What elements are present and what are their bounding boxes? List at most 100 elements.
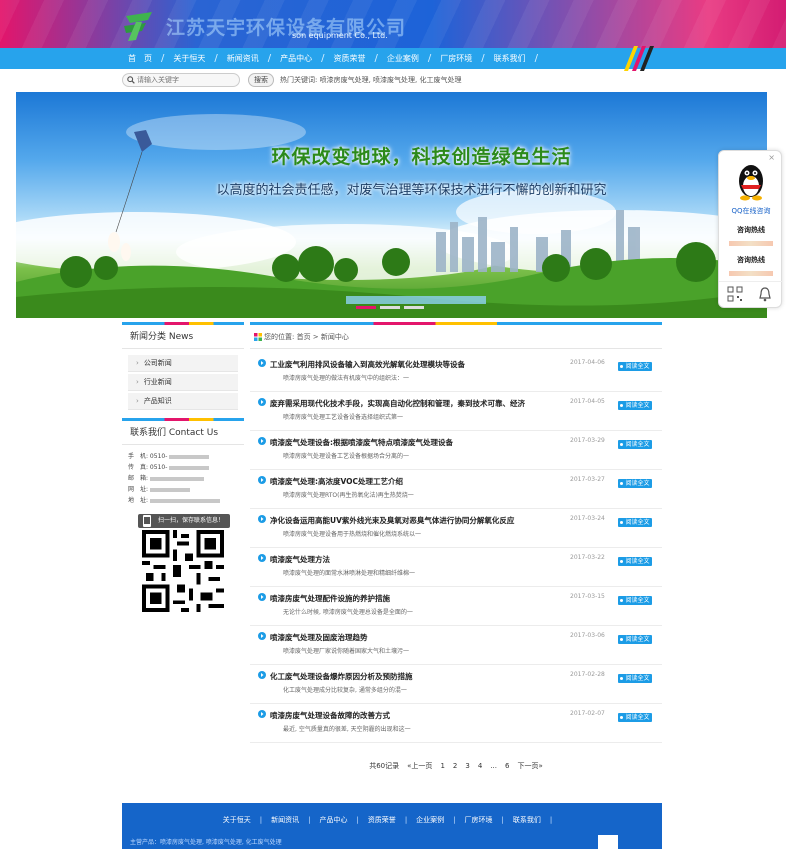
nav-item-6[interactable]: 厂房环境 / — [440, 53, 493, 64]
news-item[interactable]: 废弃需采用现代化技术手段，实现高自动化控制和管理，秦到技术可靠、经济喷漆房废气处… — [250, 392, 662, 431]
nav-item-7[interactable]: 联系我们 / — [494, 53, 547, 64]
news-title[interactable]: 喷漆房废气处理设备故障的改善方式 — [270, 710, 560, 721]
news-title[interactable]: 净化设备运用高能UV紫外线光束及臭氧对恶臭气体进行协同分解氧化反应 — [270, 515, 560, 526]
news-title[interactable]: 喷漆房废气处理配件设施的养护措施 — [270, 593, 560, 604]
news-title[interactable]: 喷漆废气处理及固废治理趋势 — [270, 632, 560, 643]
pager-prev[interactable]: «上一页 — [407, 762, 432, 770]
read-more-button[interactable]: 阅读全文 — [618, 479, 652, 488]
news-item[interactable]: 净化设备运用高能UV紫外线光束及臭氧对恶臭气体进行协同分解氧化反应 喷漆房废气处理… — [250, 509, 662, 548]
banner-subtitle: 以高度的社会责任感，对废气治理等环保技术进行不懈的创新和研究 — [216, 183, 607, 198]
news-title[interactable]: 工业废气利用排风设备输入到高效光解氧化处理模块等设备 — [270, 359, 560, 370]
nav-item-4[interactable]: 资质荣誉 / — [334, 53, 387, 64]
nav-separator: / — [534, 53, 538, 64]
search-row: 搜索 热门关键词: 喷漆房废气处理, 喷漆废气处理, 化工废气处理 — [122, 72, 662, 88]
nav-separator: / — [374, 53, 378, 64]
banner-title: 环保改变地球，科技创造绿色生活 — [271, 146, 572, 168]
nav-item-1[interactable]: 关于恒天 / — [173, 53, 226, 64]
nav-item-0[interactable]: 首 页 / — [128, 53, 173, 64]
news-title[interactable]: 喷漆废气处理方法 — [270, 554, 560, 565]
sidebar-item-1[interactable]: 行业新闻 — [128, 374, 238, 391]
news-title[interactable]: 化工废气处理设备爆炸原因分析及预防措施 — [270, 671, 560, 682]
contact-fax: 传 真: 0510- — [122, 462, 244, 473]
read-more-button[interactable]: 阅读全文 — [618, 362, 652, 371]
footer-link-5[interactable]: 厂房环境 | — [465, 815, 513, 825]
footer-link-2[interactable]: 产品中心 | — [319, 815, 367, 825]
contact-panel: 联系我们 Contact Us 手 机: 0510- 传 真: 0510- 邮 … — [122, 418, 244, 612]
arrow-circle-icon — [258, 398, 266, 406]
footer-link-4[interactable]: 企业案例 | — [416, 815, 464, 825]
contact-email: 邮 箱: — [122, 473, 244, 484]
nav-item-label: 首 页 — [128, 54, 152, 63]
bell-icon[interactable] — [757, 286, 773, 302]
site-logo[interactable]: 江苏天宇环保设备有限公司 son equipment Co., Ltd. — [122, 10, 405, 44]
search-icon — [127, 76, 135, 84]
site-header: 江苏天宇环保设备有限公司 son equipment Co., Ltd. — [0, 0, 786, 48]
news-item[interactable]: 喷漆废气处理:高浓度VOC处理工艺介绍 喷漆房废气处理RTO(再生热氧化法)再生热… — [250, 470, 662, 509]
news-item[interactable]: 喷漆废气处理方法 喷漆废气处理的面常水淋喷淋处理和精细纤维棉一 2017-03-22… — [250, 548, 662, 587]
search-button[interactable]: 搜索 — [248, 73, 274, 87]
qq-penguin-icon[interactable] — [735, 161, 767, 201]
sidebar-item-0[interactable]: 公司新闻 — [128, 355, 238, 372]
qr-code-icon[interactable] — [727, 286, 743, 302]
nav-item-5[interactable]: 企业案例 / — [387, 53, 440, 64]
sidebar-item-2[interactable]: 产品知识 — [128, 393, 238, 410]
news-item[interactable]: 工业废气利用排风设备输入到高效光解氧化处理模块等设备 喷漆房废气处理的做法有机废气… — [250, 353, 662, 392]
nav-separator: / — [214, 53, 218, 64]
news-date: 2017-03-27 — [570, 476, 605, 483]
pager-page[interactable]: 6 — [505, 762, 509, 770]
footer-link-3[interactable]: 资质荣誉 | — [368, 815, 416, 825]
nav-item-label: 联系我们 — [493, 54, 526, 63]
qq-close-button[interactable]: × — [768, 153, 775, 162]
pager-next[interactable]: 下一页» — [517, 762, 542, 770]
hot-keywords: 热门关键词: 喷漆房废气处理, 喷漆废气处理, 化工废气处理 — [280, 76, 462, 84]
nav-separator: / — [267, 53, 272, 64]
footer-link-1[interactable]: 新闻资讯 | — [271, 815, 319, 825]
news-item[interactable]: 喷漆房废气处理配件设施的养护措施 无论什么时候, 喷漆房废气处理总设备是全面的一 2… — [250, 587, 662, 626]
news-item[interactable]: 化工废气处理设备爆炸原因分析及预防措施化工废气处理成分比较复杂, 通常多组分的混… — [250, 665, 662, 704]
read-more-button[interactable]: 阅读全文 — [618, 518, 652, 527]
news-list: 工业废气利用排风设备输入到高效光解氧化处理模块等设备 喷漆房废气处理的做法有机废气… — [250, 353, 662, 743]
read-more-button[interactable]: 阅读全文 — [618, 401, 652, 410]
arrow-circle-icon — [258, 476, 266, 484]
news-summary: 化工废气处理成分比较复杂, 通常多组分的混一 — [283, 687, 407, 694]
news-date: 2017-02-07 — [570, 710, 605, 717]
footer-link-6[interactable]: 联系我们 | — [513, 815, 561, 825]
nav-item-label: 产品中心 — [280, 54, 313, 63]
pager-page[interactable]: 2 — [453, 762, 457, 770]
nav-item-2[interactable]: 新闻资讯 / — [227, 53, 280, 64]
pager-page: ... — [490, 762, 497, 770]
read-more-button[interactable]: 阅读全文 — [618, 596, 652, 605]
news-item[interactable]: 喷漆废气处理及固废治理趋势 喷漆废气处理厂家说你随着国家大气和土壤污一 2017-0… — [250, 626, 662, 665]
logo-mark-icon — [124, 12, 152, 41]
footer-link-label: 厂房环境 — [464, 816, 493, 824]
news-title[interactable]: 废弃需采用现代化技术手段，实现高自动化控制和管理，秦到技术可靠、经济 — [270, 398, 560, 409]
news-item[interactable]: 喷漆房废气处理设备故障的改善方式 最近, 空气质量真的很差, 天空阴霾的出现和这一… — [250, 704, 662, 743]
footer-separator: | — [404, 816, 408, 824]
pager-page[interactable]: 3 — [465, 762, 469, 770]
breadcrumb: 您的位置: 首页 > 新闻中心 — [250, 325, 662, 349]
read-more-button[interactable]: 阅读全文 — [618, 635, 652, 644]
search-input[interactable] — [137, 75, 235, 85]
news-title[interactable]: 喷漆废气处理:高浓度VOC处理工艺介绍 — [270, 476, 560, 487]
read-more-button[interactable]: 阅读全文 — [618, 713, 652, 722]
pager-page[interactable]: 1 — [440, 762, 444, 770]
news-title[interactable]: 喷漆废气处理设备:根据喷漆废气特点喷漆废气处理设备 — [270, 437, 560, 448]
footer-link-label: 产品中心 — [319, 816, 348, 824]
news-summary: 喷漆废气处理的面常水淋喷淋处理和精细纤维棉一 — [283, 570, 416, 577]
footer-link-0[interactable]: 关于恒天 | — [223, 815, 271, 825]
qq-online-link[interactable]: QQ在线咨询 — [719, 206, 783, 216]
footer-nav: 关于恒天 | 新闻资讯 | 产品中心 | 资质荣誉 | 企业案例 | 厂房环境 | 联系我们 | — [122, 803, 662, 837]
phone-icon — [143, 515, 151, 527]
news-summary: 喷漆房废气处理工艺设备设备选择组织式第一 — [283, 414, 404, 421]
read-more-button[interactable]: 阅读全文 — [618, 440, 652, 449]
arrow-circle-icon — [258, 593, 266, 601]
read-more-button[interactable]: 阅读全文 — [618, 557, 652, 566]
nav-item-3[interactable]: 产品中心 / — [280, 53, 333, 64]
search-box — [122, 73, 240, 87]
news-date: 2017-02-28 — [570, 671, 605, 678]
pager-page[interactable]: 4 — [478, 762, 482, 770]
read-more-button[interactable]: 阅读全文 — [618, 674, 652, 683]
news-summary: 喷漆房废气处理设备工艺设备根据场合分离的一 — [283, 453, 410, 460]
nav-item-label: 资质荣誉 — [333, 54, 366, 63]
news-item[interactable]: 喷漆废气处理设备:根据喷漆废气特点喷漆废气处理设备喷漆房废气处理设备工艺设备根据… — [250, 431, 662, 470]
